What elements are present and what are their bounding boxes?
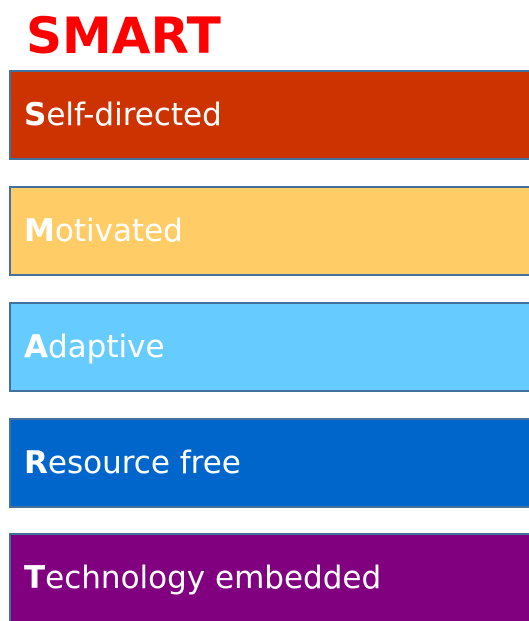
acronym-letter: M [24,213,55,249]
acronym-letter: A [24,329,48,365]
acronym-word-rest: otivated [54,213,183,249]
acronym-letter: R [24,445,48,481]
acronym-bar-motivated: Motivated [9,186,529,276]
acronym-word-rest: echnology embedded [45,560,382,596]
acronym-word-rest: esource free [47,445,241,481]
acronym-letter: T [24,560,46,596]
slide: SMART Self-directed Motivated Adaptive R… [0,0,529,621]
acronym-bar-self-directed: Self-directed [9,70,529,160]
acronym-bar-adaptive: Adaptive [9,302,529,392]
acronym-bar-technology-embedded: Technology embedded [9,533,529,621]
acronym-word-rest: daptive [48,329,165,365]
acronym-bar-resource-free: Resource free [9,418,529,508]
slide-title: SMART [26,7,221,65]
acronym-word-rest: elf-directed [46,97,222,133]
acronym-letter: S [24,97,47,133]
